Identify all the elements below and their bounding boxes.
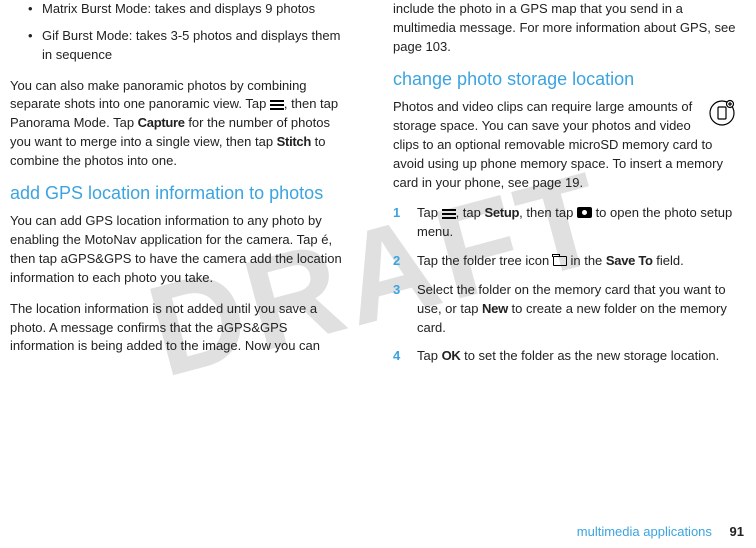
list-item: Matrix Burst Mode: takes and displays 9 …	[28, 0, 353, 19]
page-footer: multimedia applications 91	[577, 523, 744, 542]
panorama-paragraph: You can also make panoramic photos by co…	[10, 77, 353, 171]
folder-icon	[553, 256, 567, 266]
step-number: 1	[393, 204, 400, 223]
setup-label: Setup	[485, 205, 520, 220]
storage-paragraph: Photos and video clips can require large…	[393, 98, 736, 192]
menu-icon	[270, 100, 284, 110]
page-number: 91	[730, 524, 744, 539]
gps-paragraph-2: The location information is not added un…	[10, 300, 353, 357]
bullet-list: Matrix Burst Mode: takes and displays 9 …	[28, 0, 353, 65]
step-item: 3 Select the folder on the memory card t…	[393, 281, 736, 338]
text: Photos and video clips can require large…	[393, 99, 723, 189]
step-number: 4	[393, 347, 400, 366]
section-title: multimedia applications	[577, 524, 712, 539]
storage-heading: change photo storage location	[393, 69, 736, 91]
menu-icon	[442, 209, 456, 219]
step-item: 4 Tap OK to set the folder as the new st…	[393, 347, 736, 366]
text: Tap	[417, 205, 442, 220]
text: to set the folder as the new storage loc…	[460, 348, 719, 363]
page-content: Matrix Burst Mode: takes and displays 9 …	[0, 0, 756, 376]
list-item: Gif Burst Mode: takes 3-5 photos and dis…	[28, 27, 353, 65]
left-column: Matrix Burst Mode: takes and displays 9 …	[0, 0, 373, 376]
text: in the	[567, 253, 606, 268]
text: Tap the folder tree icon	[417, 253, 553, 268]
step-number: 2	[393, 252, 400, 271]
steps-list: 1 Tap , tap Setup, then tap to open the …	[393, 204, 736, 366]
right-column: include the photo in a GPS map that you …	[373, 0, 746, 376]
text: , then tap	[519, 205, 577, 220]
continuation-paragraph: include the photo in a GPS map that you …	[393, 0, 736, 57]
step-item: 2 Tap the folder tree icon in the Save T…	[393, 252, 736, 271]
step-number: 3	[393, 281, 400, 300]
capture-label: Capture	[138, 115, 185, 130]
stitch-label: Stitch	[277, 134, 311, 149]
text: Tap	[417, 348, 442, 363]
text: You can also make panoramic photos by co…	[10, 78, 307, 112]
gps-paragraph-1: You can add GPS location information to …	[10, 212, 353, 287]
save-to-label: Save To	[606, 253, 653, 268]
camera-icon	[577, 207, 592, 218]
ok-label: OK	[442, 348, 461, 363]
sd-card-icon	[708, 98, 736, 128]
step-item: 1 Tap , tap Setup, then tap to open the …	[393, 204, 736, 242]
gps-heading: add GPS location information to photos	[10, 183, 353, 205]
text: field.	[653, 253, 684, 268]
text: , tap	[456, 205, 485, 220]
new-label: New	[482, 301, 508, 316]
